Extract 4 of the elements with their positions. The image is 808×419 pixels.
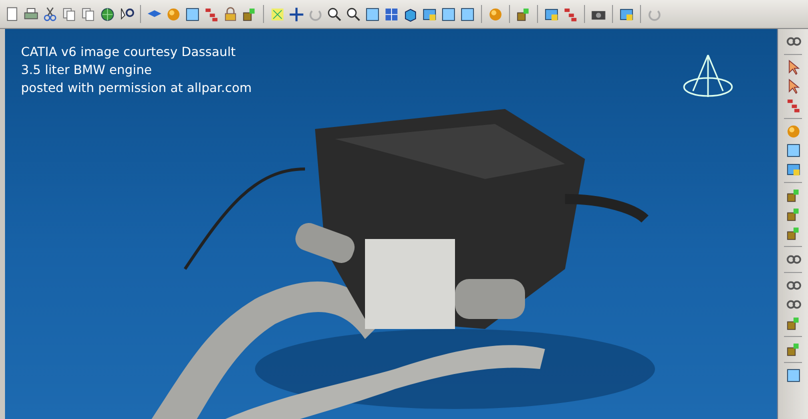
caption-line: 3.5 liter BMW engine — [21, 61, 153, 79]
caption-line: posted with permission at allpar.com — [21, 79, 252, 97]
caption-line: CATIA v6 image courtesy Dassault — [21, 43, 237, 61]
3d-viewport[interactable]: CATIA v6 image courtesy Dassault 3.5 liter BMW engine posted with permission at allpar.com — [5, 29, 777, 419]
